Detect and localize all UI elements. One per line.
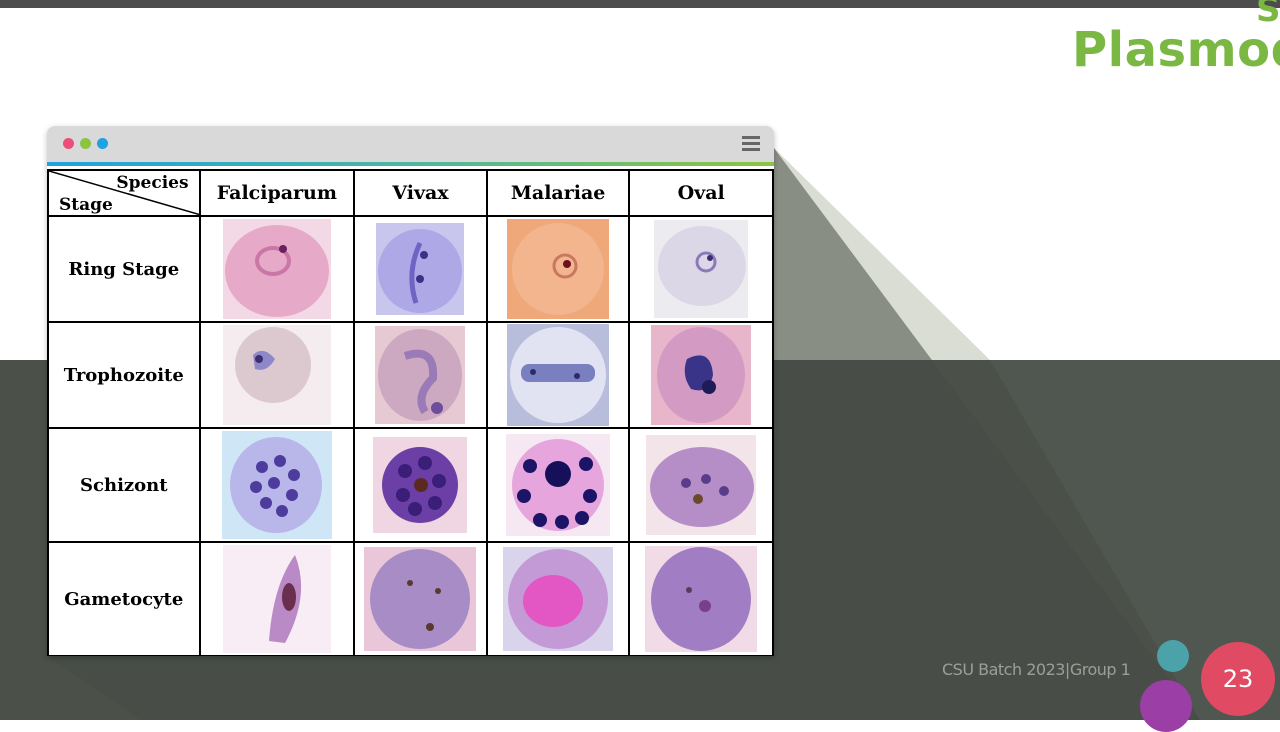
cell-oval-gametocyte [628, 541, 774, 656]
cell-oval-ring [628, 215, 774, 323]
micrograph-vivax-schizont [373, 437, 468, 533]
cell-falciparum-schizont [198, 427, 356, 543]
footer-text: CSU Batch 2023|Group 1 [942, 660, 1131, 679]
cell-oval-schizont [628, 427, 774, 543]
row-label-gametocyte: Gametocyte [47, 541, 201, 656]
micrograph-vivax-trophozoite [375, 326, 466, 424]
cell-falciparum-trophozoite [198, 321, 356, 429]
micrograph-falciparum-gametocyte [222, 545, 331, 653]
plasmodium-stage-table: Species Stage Falciparum Vivax Malariae … [47, 169, 774, 656]
micrograph-malariae-ring [507, 219, 610, 319]
corner-stage-label: Stage [59, 195, 113, 215]
table-row-gametocyte: Gametocyte [47, 541, 774, 656]
window-minimize-dot[interactable] [80, 138, 91, 149]
cell-falciparum-gametocyte [198, 541, 356, 656]
corner-species-label: Species [116, 173, 189, 193]
column-header-vivax: Vivax [353, 169, 488, 217]
cell-vivax-trophozoite [353, 321, 488, 429]
micrograph-oval-ring [654, 220, 749, 318]
micrograph-malariae-schizont [506, 434, 611, 536]
window-header [47, 126, 774, 162]
micrograph-malariae-gametocyte [503, 547, 614, 651]
page-number-badge: 23 [1201, 642, 1275, 716]
row-label-schizont: Schizont [47, 427, 201, 543]
decorative-teal-circle [1157, 640, 1189, 672]
cell-malariae-trophozoite [485, 321, 631, 429]
table-row-trophozoite: Trophozoite [47, 321, 774, 429]
browser-window-frame: Species Stage Falciparum Vivax Malariae … [47, 126, 774, 656]
micrograph-oval-schizont [646, 435, 757, 535]
micrograph-malariae-trophozoite [507, 324, 610, 426]
cell-vivax-schizont [353, 427, 488, 543]
cell-malariae-ring [485, 215, 631, 323]
micrograph-falciparum-schizont [221, 431, 332, 539]
slide-title: Plasmod [1072, 22, 1280, 78]
table-row-schizont: Schizont [47, 427, 774, 543]
window-close-dot[interactable] [63, 138, 74, 149]
micrograph-oval-trophozoite [651, 325, 752, 425]
micrograph-falciparum-ring [222, 219, 331, 319]
table-header-row: Species Stage Falciparum Vivax Malariae … [47, 169, 774, 217]
table-row-ring-stage: Ring Stage [47, 215, 774, 323]
row-label-ring-stage: Ring Stage [47, 215, 201, 323]
row-label-trophozoite: Trophozoite [47, 321, 201, 429]
table-corner-cell: Species Stage [47, 169, 201, 217]
slide-title-fragment: S [1256, 0, 1280, 30]
decorative-purple-circle [1140, 680, 1192, 732]
cell-vivax-gametocyte [353, 541, 488, 656]
hamburger-menu-icon[interactable] [742, 136, 760, 152]
window-maximize-dot[interactable] [97, 138, 108, 149]
cell-malariae-gametocyte [485, 541, 631, 656]
window-accent-line [47, 162, 774, 166]
micrograph-vivax-ring [376, 223, 465, 315]
column-header-malariae: Malariae [485, 169, 631, 217]
micrograph-vivax-gametocyte [364, 547, 477, 651]
cell-oval-trophozoite [628, 321, 774, 429]
micrograph-oval-gametocyte [645, 546, 758, 652]
column-header-oval: Oval [628, 169, 774, 217]
column-header-falciparum: Falciparum [198, 169, 356, 217]
cell-malariae-schizont [485, 427, 631, 543]
micrograph-falciparum-trophozoite [222, 325, 331, 425]
cell-falciparum-ring [198, 215, 356, 323]
cell-vivax-ring [353, 215, 488, 323]
